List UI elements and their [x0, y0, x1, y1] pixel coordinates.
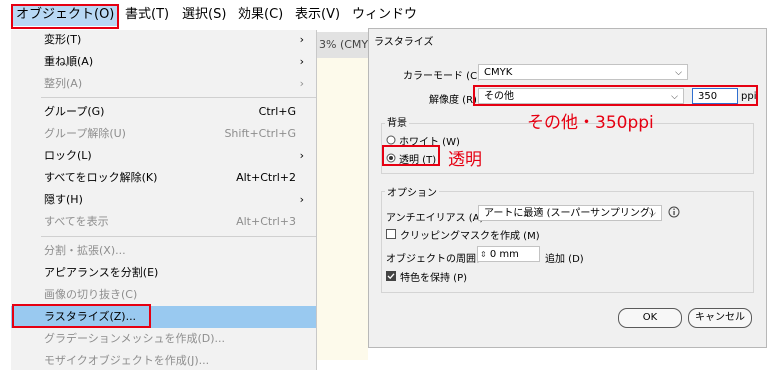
menu-item-unlock-all[interactable]: すべてをロック解除(K) Alt+Ctrl+2 — [11, 167, 316, 189]
menu-item-label: 整列(A) — [44, 77, 83, 90]
submenu-arrow-icon: › — [299, 149, 304, 162]
stepper-icon[interactable]: ⇕ — [480, 250, 487, 259]
menu-select[interactable]: 選択(S) — [182, 4, 226, 26]
antialias-label: アンチエイリアス (A) : — [386, 213, 490, 224]
document-tab[interactable]: 3% (CMYK — [316, 32, 375, 59]
menu-item-shortcut: Alt+Ctrl+2 — [236, 171, 296, 184]
object-menu-highlight-box — [11, 4, 119, 29]
menu-window[interactable]: ウィンドウ — [352, 4, 417, 26]
menu-item-label: すべてを表示 — [44, 215, 109, 228]
dialog-title: ラスタライズ — [374, 37, 434, 48]
around-object-label: オブジェクトの周囲に — [386, 254, 486, 265]
menu-item-show-all[interactable]: すべてを表示 Alt+Ctrl+3 — [11, 211, 316, 233]
clipping-label: クリッピングマスクを作成 (M) — [400, 231, 540, 242]
resolution-label: 解像度 (R) — [429, 95, 477, 106]
menu-item-shortcut: Shift+Ctrl+G — [224, 127, 296, 140]
chevron-down-icon: ⌵ — [675, 68, 682, 78]
menu-item-crop-image[interactable]: 画像の切り抜き(C) — [11, 284, 316, 306]
menu-item-arrange[interactable]: 重ね順(A) › — [11, 51, 316, 73]
submenu-arrow-icon: › — [299, 55, 304, 68]
transparent-highlight-box — [382, 145, 440, 166]
menu-item-label: グラデーションメッシュを作成(D)... — [44, 332, 225, 345]
menu-item-mosaic[interactable]: モザイクオブジェクトを作成(J)... — [11, 350, 316, 370]
menu-item-label: グループ(G) — [44, 105, 105, 118]
menu-view[interactable]: 表示(V) — [295, 4, 340, 26]
menu-item-label: アピアランスを分割(E) — [44, 266, 159, 279]
menu-item-label: グループ解除(U) — [44, 127, 126, 140]
document-tab-label: 3% (CMYK — [319, 38, 376, 51]
menu-item-label: 隠す(H) — [44, 193, 83, 206]
submenu-arrow-icon: › — [299, 77, 304, 90]
submenu-arrow-icon: › — [299, 33, 304, 46]
menu-item-label: 変形(T) — [44, 33, 82, 46]
spot-color-label: 特色を保持 (P) — [400, 273, 468, 284]
menu-item-group[interactable]: グループ(G) Ctrl+G — [11, 101, 316, 123]
menu-item-shortcut: Alt+Ctrl+3 — [236, 215, 296, 228]
menu-item-label: すべてをロック解除(K) — [44, 171, 158, 184]
menu-item-lock[interactable]: ロック(L) › — [11, 145, 316, 167]
resolution-highlight-box — [473, 85, 758, 106]
menu-item-label: 重ね順(A) — [44, 55, 94, 68]
menu-type[interactable]: 書式(T) — [125, 4, 169, 26]
menu-divider — [41, 97, 316, 98]
menu-effect[interactable]: 効果(C) — [238, 4, 283, 26]
menu-item-expand-appearance[interactable]: アピアランスを分割(E) — [11, 262, 316, 284]
transparent-annotation: 透明 — [448, 150, 482, 170]
menu-item-align[interactable]: 整列(A) › — [11, 73, 316, 95]
options-title: オプション — [385, 184, 439, 199]
menu-item-shortcut: Ctrl+G — [258, 105, 296, 118]
background-title: 背景 — [385, 114, 409, 129]
add-label: 追加 (D) — [545, 254, 584, 265]
submenu-arrow-icon: › — [299, 193, 304, 206]
ok-button[interactable]: OK — [618, 308, 682, 328]
menu-divider — [41, 236, 316, 237]
color-mode-select[interactable]: CMYK ⌵ — [478, 64, 688, 80]
menu-item-label: ロック(L) — [44, 149, 92, 162]
antialias-value: アートに最適 (スーパーサンプリング) — [484, 208, 654, 219]
chevron-down-icon: ⌵ — [649, 209, 656, 219]
menu-item-label: 画像の切り抜き(C) — [44, 288, 138, 301]
checkbox-checked-icon — [386, 271, 396, 281]
resolution-annotation: その他・350ppi — [527, 113, 654, 133]
menu-item-label: モザイクオブジェクトを作成(J)... — [44, 354, 210, 367]
document-canvas — [316, 58, 368, 360]
radio-unchecked-icon — [386, 135, 396, 145]
around-object-value: 0 mm — [489, 249, 519, 260]
info-icon[interactable] — [668, 206, 680, 218]
menu-item-hide[interactable]: 隠す(H) › — [11, 189, 316, 211]
menu-item-expand[interactable]: 分割・拡張(X)... — [11, 240, 316, 262]
rasterize-dialog: ラスタライズ カラーモード (C) : CMYK ⌵ 解像度 (R) その他 ⌵… — [368, 28, 767, 348]
checkbox-unchecked-icon — [386, 229, 396, 239]
around-object-input[interactable]: ⇕ 0 mm — [477, 246, 540, 262]
menu-item-label: 分割・拡張(X)... — [44, 244, 126, 257]
cancel-button[interactable]: キャンセル — [688, 308, 752, 328]
color-mode-value: CMYK — [484, 67, 513, 78]
menu-item-transform[interactable]: 変形(T) › — [11, 30, 316, 51]
color-mode-label: カラーモード (C) : — [403, 71, 488, 82]
menu-item-ungroup[interactable]: グループ解除(U) Shift+Ctrl+G — [11, 123, 316, 145]
menu-item-gradient-mesh[interactable]: グラデーションメッシュを作成(D)... — [11, 328, 316, 350]
rasterize-highlight-box — [12, 304, 151, 328]
antialias-select[interactable]: アートに最適 (スーパーサンプリング) ⌵ — [478, 205, 662, 221]
